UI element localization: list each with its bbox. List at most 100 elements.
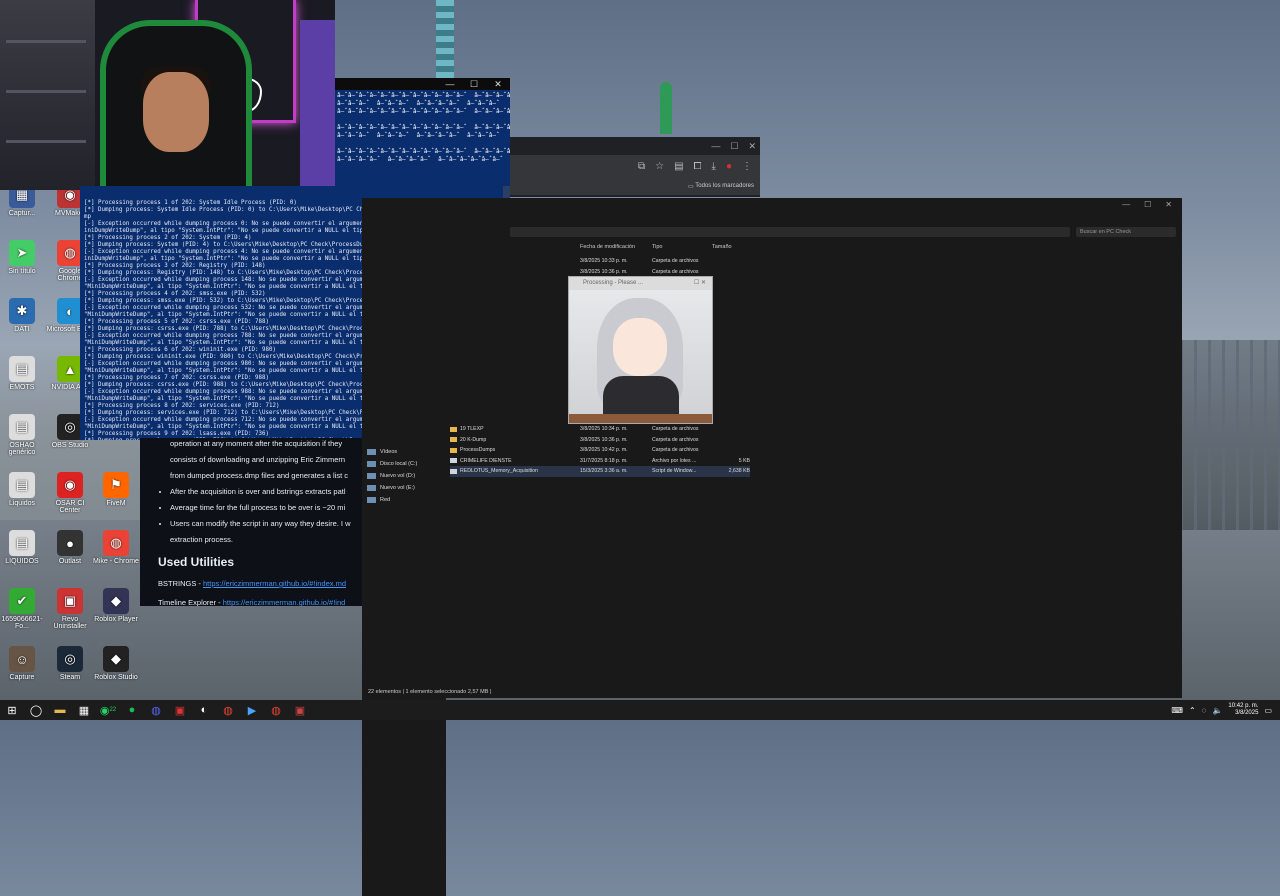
volume-icon[interactable]: 🔈 bbox=[1212, 706, 1222, 715]
star-icon[interactable]: ☆ bbox=[655, 161, 664, 172]
game-icon[interactable]: ▣ bbox=[288, 700, 312, 720]
menu-icon[interactable]: ⋮ bbox=[742, 161, 752, 172]
table-row[interactable]: REDLOTUS_Memory_Acquisition 15/3/2025 3:3… bbox=[450, 466, 750, 477]
network-icon[interactable]: ◌ bbox=[1202, 706, 1207, 715]
clock[interactable]: 10:42 p. m. 3/8/2025 bbox=[1228, 703, 1258, 717]
desktop-icon[interactable]: ⚑ FiveM bbox=[92, 472, 140, 507]
desktop-icon[interactable]: ▤ OSHAO genérico bbox=[0, 414, 46, 456]
file-icon bbox=[450, 458, 457, 464]
desktop-app-icon: ◆ bbox=[103, 588, 129, 614]
date-cell: 15/3/2025 3:36 a. m. bbox=[580, 468, 628, 475]
desktop-icon[interactable]: ➤ Sin título bbox=[0, 240, 46, 275]
size-cell: 5 KB bbox=[738, 457, 750, 464]
app-icon[interactable]: ▣ bbox=[168, 700, 192, 720]
desktop-icon[interactable]: ◆ Roblox Studio bbox=[92, 646, 140, 681]
column-headers: Fecha de modificación Tipo Tamaño bbox=[580, 244, 752, 250]
bookmarks-all[interactable]: Todos los marcadores bbox=[695, 183, 754, 189]
article-bullet: operation at any moment after the acquis… bbox=[170, 439, 343, 448]
table-row[interactable]: CRIMELIFE DIENSTE 31/7/2025 8:18 p. m. Arc… bbox=[450, 456, 750, 467]
browser-window[interactable]: — ☐ ✕ ⧉ ☆ ▤ ⧠ ⤓ ● ⋮ ▭ Todos los marcador… bbox=[510, 137, 760, 197]
nav-item[interactable]: Nuevo vol (D:) bbox=[362, 470, 446, 482]
article-bullet: Users can modify the script in any way t… bbox=[170, 518, 362, 529]
utility-timeline: Timeline Explorer - https://ericzimmerma… bbox=[158, 598, 346, 606]
desktop-app-icon: ◎ bbox=[57, 646, 83, 672]
maximize-icon[interactable]: ☐ bbox=[462, 78, 486, 90]
discord-icon[interactable]: ◍ bbox=[144, 700, 168, 720]
desktop-icon[interactable]: ▤ EMOTS bbox=[0, 356, 46, 391]
file-explorer-window[interactable]: — ☐ ✕ Buscar en PC Check Fecha de modifi… bbox=[362, 198, 1182, 896]
notifications-icon[interactable]: ▭ bbox=[1264, 706, 1272, 715]
minimize-icon[interactable]: — bbox=[438, 78, 462, 90]
status-bar: 22 elementos | 1 elemento seleccionado 2… bbox=[368, 689, 492, 695]
cmd-banner-line: â–ˆâ–ˆâ–ˆ â–ˆâ–ˆâ–ˆ â–ˆâ–ˆâ–ˆâ–ˆ â–ˆâ–ˆâ… bbox=[337, 100, 500, 107]
close-icon[interactable]: ✕ bbox=[486, 78, 510, 90]
table-row[interactable]: 3/8/2025 10:33 p. m. Carpeta de archivos bbox=[450, 256, 750, 267]
chrome-profile-icon[interactable]: ◍ bbox=[264, 700, 288, 720]
file-explorer-icon[interactable]: ▬ bbox=[48, 700, 72, 720]
type-cell: Archivo por lotes ... bbox=[652, 457, 697, 464]
column-date[interactable]: Fecha de modificación bbox=[580, 244, 652, 250]
processing-dialog[interactable]: Processing - Please ... ☐ ✕ bbox=[568, 276, 713, 424]
desktop-icon[interactable]: ▣ Revo Uninstaller bbox=[46, 588, 94, 630]
spotify-icon[interactable]: ● bbox=[120, 700, 144, 720]
desktop-icon-label: Roblox Player bbox=[94, 616, 138, 623]
timeline-link[interactable]: https://ericzimmerman.github.io/#!ind bbox=[223, 598, 346, 606]
folder-icon bbox=[450, 447, 457, 453]
nav-item[interactable]: Disco local (C:) bbox=[362, 458, 446, 470]
desktop-icon-label: Captur... bbox=[8, 210, 36, 217]
desktop-icon[interactable]: ☺ Capture bbox=[0, 646, 46, 681]
column-type[interactable]: Tipo bbox=[652, 244, 712, 250]
notification-badge: 22 bbox=[109, 707, 117, 713]
bstrings-link[interactable]: https://ericzimmerman.github.io/#!index.… bbox=[203, 579, 346, 588]
address-bar[interactable] bbox=[510, 227, 1070, 237]
cmd-banner-line: â–ˆâ–ˆâ–ˆâ–ˆâ–ˆâ–ˆâ–ˆâ–ˆâ–ˆâ–ˆâ–ˆâ–ˆ â–ˆ… bbox=[337, 108, 510, 115]
maximize-icon[interactable]: ☐ bbox=[730, 141, 738, 152]
minimize-icon[interactable]: — bbox=[711, 141, 720, 151]
nav-item[interactable]: Red bbox=[362, 494, 446, 506]
desktop-icon[interactable]: ◎ Steam bbox=[46, 646, 94, 681]
desktop-icon[interactable]: ▤ Liquidos bbox=[0, 472, 46, 507]
desktop-app-icon: ✔ bbox=[9, 588, 35, 614]
nav-item[interactable]: Nuevo vol (E:) bbox=[362, 482, 446, 494]
table-row[interactable]: 20 K-Dump 3/8/2025 10:36 p. m. Carpeta de … bbox=[450, 435, 750, 446]
webcam-overlay bbox=[0, 0, 335, 190]
maximize-icon[interactable]: ☐ bbox=[1144, 200, 1151, 209]
dialog-title: Processing - Please ... bbox=[583, 280, 644, 286]
cmd-titlebar[interactable]: — ☐ ✕ bbox=[335, 78, 510, 90]
nav-item[interactable]: Vídeos bbox=[362, 446, 446, 458]
desktop-icon[interactable]: ◆ Roblox Player bbox=[92, 588, 140, 623]
edge-icon[interactable]: ◐ bbox=[192, 700, 216, 720]
dialog-controls[interactable]: ☐ ✕ bbox=[694, 277, 706, 290]
profile-icon[interactable]: ● bbox=[726, 161, 732, 172]
desktop-icon[interactable]: ✱ DATI bbox=[0, 298, 46, 333]
start-icon[interactable]: ⊞ bbox=[0, 700, 24, 720]
minimize-icon[interactable]: — bbox=[1122, 200, 1130, 209]
desktop-icon[interactable]: ◉ OSAR CI Center bbox=[46, 472, 94, 514]
desktop-app-icon: ➤ bbox=[9, 240, 35, 266]
tray-chevron-icon[interactable]: ⌃ bbox=[1189, 706, 1196, 715]
desktop-icon[interactable]: ✔ 1659066621-Fo... bbox=[0, 588, 46, 630]
desktop-icon[interactable]: ● Outlast bbox=[46, 530, 94, 565]
calculator-icon[interactable]: ▦ bbox=[72, 700, 96, 720]
tab-search-icon[interactable]: ▤ bbox=[674, 161, 683, 172]
table-row[interactable]: 19 TLEXP 3/8/2025 10:34 p. m. Carpeta de a… bbox=[450, 424, 750, 435]
keyboard-icon[interactable]: ⌨ bbox=[1171, 706, 1183, 715]
file-icon bbox=[450, 468, 457, 474]
close-icon[interactable]: ✕ bbox=[1165, 200, 1172, 209]
search-input[interactable]: Buscar en PC Check bbox=[1076, 227, 1176, 237]
article-bullets: operation at any moment after the acquis… bbox=[140, 438, 362, 545]
desktop-icon[interactable]: ◍ Mike - Chrome bbox=[92, 530, 140, 565]
terminal-icon[interactable]: ▶ bbox=[240, 700, 264, 720]
download-icon[interactable]: ⤓ bbox=[712, 161, 716, 172]
desktop-icon[interactable]: ▤ LIQUIDOS bbox=[0, 530, 46, 565]
install-icon[interactable]: ⧉ bbox=[638, 161, 645, 172]
extensions-icon[interactable]: ⧠ bbox=[694, 161, 702, 172]
table-row[interactable]: ProcessDumps 3/8/2025 10:42 p. m. Carpeta … bbox=[450, 445, 750, 456]
close-icon[interactable]: ✕ bbox=[748, 141, 756, 152]
search-icon[interactable]: ◯ bbox=[24, 700, 48, 720]
column-size[interactable]: Tamaño bbox=[712, 244, 752, 250]
chrome-icon[interactable]: ◍ bbox=[216, 700, 240, 720]
desktop-app-icon: ✱ bbox=[9, 298, 35, 324]
whatsapp-icon[interactable]: ◉ 22 bbox=[96, 700, 120, 720]
file-name-cell: 20 K-Dump bbox=[450, 437, 580, 443]
